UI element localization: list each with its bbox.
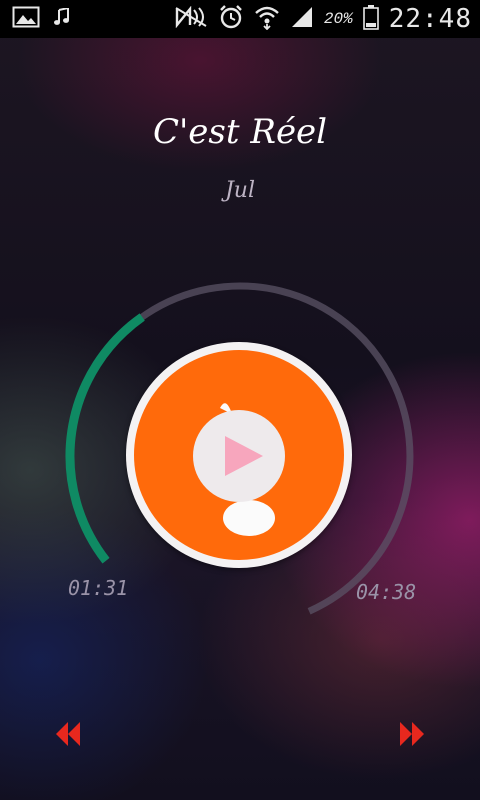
- play-icon: [225, 436, 263, 476]
- album-disc: [126, 342, 352, 568]
- album-art: [134, 350, 344, 560]
- previous-button[interactable]: [50, 716, 86, 752]
- rewind-icon: [56, 722, 80, 746]
- elapsed-time: 01:31: [68, 576, 129, 600]
- next-button[interactable]: [394, 716, 430, 752]
- play-button[interactable]: [193, 410, 285, 502]
- total-time: 04:38: [356, 580, 417, 604]
- fast-forward-icon: [400, 722, 424, 746]
